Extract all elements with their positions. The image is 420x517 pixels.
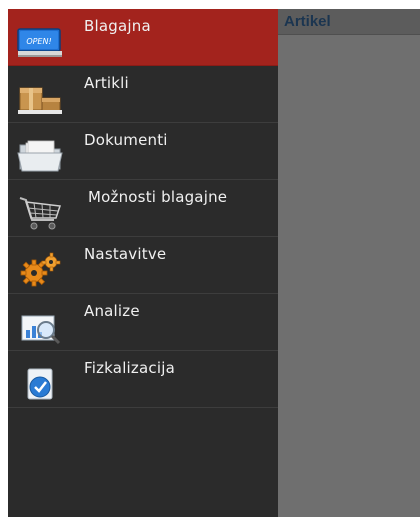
drawer-item-fizkalizacija[interactable]: Fizkalizacija [8,351,278,408]
drawer-item-label: Dokumenti [84,131,168,149]
drawer-item-label: Analize [84,302,140,320]
open-sign-text: OPEN! [26,37,51,46]
drawer-item-moznosti-blagajne[interactable]: Možnosti blagajne [8,180,278,237]
folder-documents-icon [16,135,64,175]
drawer-item-nastavitve[interactable]: Nastavitve [8,237,278,294]
drawer-item-label: Možnosti blagajne [88,188,228,206]
fiscal-check-icon [16,363,64,403]
status-strip [0,0,420,9]
analytics-magnifier-icon [16,306,64,346]
drawer-item-label: Blagajna [84,17,151,35]
content-title: Artikel [284,13,331,30]
drawer-item-dokumenti[interactable]: Dokumenti [8,123,278,180]
drawer-item-label: Fizkalizacija [84,359,175,377]
drawer-item-analize[interactable]: Analize [8,294,278,351]
left-edge [0,9,8,517]
drawer-item-label: Nastavitve [84,245,167,263]
content-panel: Artikel [278,9,420,517]
content-header: Artikel [278,9,420,35]
navigation-drawer: OPEN! Blagajna Artikli Dokumenti Možnost… [8,9,278,517]
gears-icon [16,249,64,289]
drawer-item-artikli[interactable]: Artikli [8,66,278,123]
shopping-cart-icon [16,192,64,232]
drawer-item-blagajna[interactable]: OPEN! Blagajna [8,9,278,66]
boxes-icon [16,78,64,118]
app-window: OPEN! Blagajna Artikli Dokumenti Možnost… [0,0,420,517]
drawer-item-label: Artikli [84,74,129,92]
cash-register-open-icon: OPEN! [16,21,64,61]
